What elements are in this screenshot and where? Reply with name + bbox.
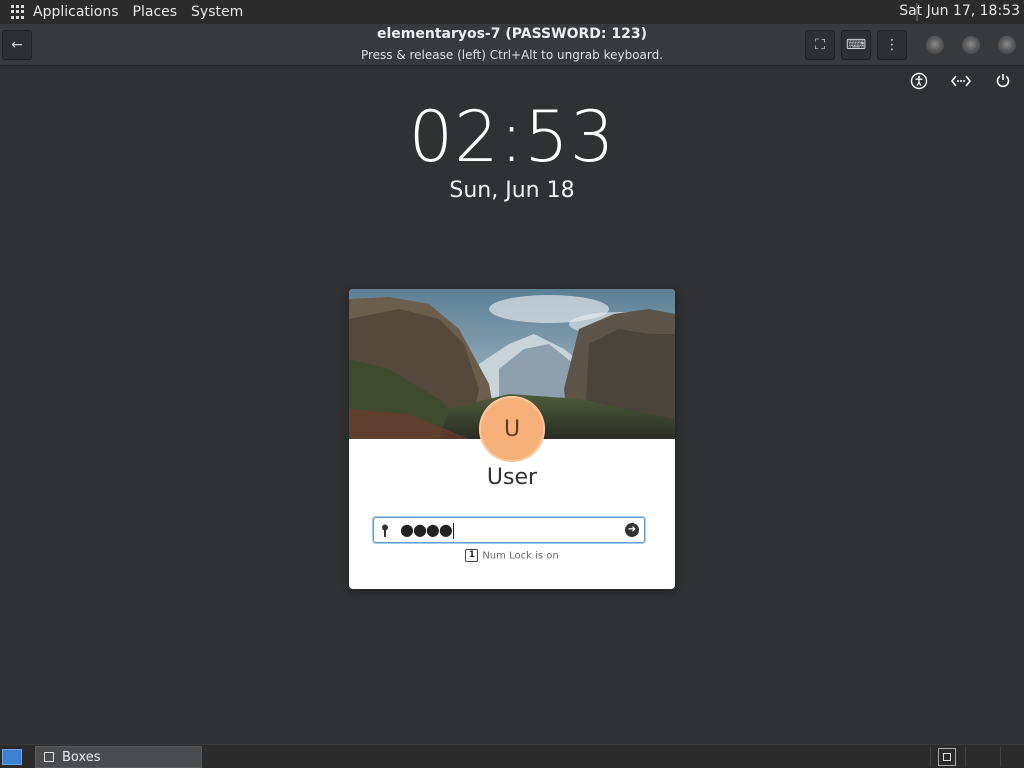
menu-applications[interactable]: Applications: [33, 4, 119, 20]
user-avatar: U: [479, 396, 545, 462]
workspace-switcher-icon[interactable]: [938, 748, 956, 766]
lock-screen: 02:53 Sun, Jun 18 U User ●●●● ➜ 1 Num Lo…: [0, 66, 1024, 744]
apps-grid-icon[interactable]: [11, 5, 25, 19]
tray-separator: [1000, 747, 1001, 767]
password-input[interactable]: ●●●●: [400, 520, 454, 539]
network-icon[interactable]: [950, 72, 972, 92]
text-caret: [452, 522, 454, 539]
login-card: U User ●●●● ➜ 1 Num Lock is on: [349, 289, 675, 589]
menu-button[interactable]: ⋮: [877, 30, 907, 60]
menu-places[interactable]: Places: [133, 4, 178, 20]
lock-clock: 02:53: [408, 96, 616, 178]
key-icon: [382, 524, 388, 537]
bottom-panel: Boxes: [0, 744, 1024, 768]
menu-icon: ⋮: [885, 37, 899, 53]
numlock-indicator: 1 Num Lock is on: [349, 549, 675, 562]
numlock-text: Num Lock is on: [482, 550, 559, 562]
minimize-button[interactable]: [926, 36, 944, 54]
lock-date: Sun, Jun 18: [449, 178, 575, 203]
keyboard-icon: ⌨: [845, 37, 867, 53]
taskbar-item-label: Boxes: [62, 749, 101, 765]
password-field[interactable]: ●●●● ➜: [373, 517, 645, 543]
tray-separator: [930, 747, 931, 767]
fullscreen-button[interactable]: ⛶: [805, 30, 835, 60]
taskbar-item-boxes[interactable]: Boxes: [35, 746, 202, 768]
menu-system[interactable]: System: [191, 4, 243, 20]
power-icon[interactable]: [993, 72, 1013, 92]
password-mask: ●●●●: [400, 520, 453, 539]
tray-separator: [965, 747, 966, 767]
close-button[interactable]: [998, 36, 1016, 54]
maximize-button[interactable]: [962, 36, 980, 54]
top-panel: Applications Places System Sat Jun 17, 1…: [0, 0, 1024, 24]
keyboard-button[interactable]: ⌨: [841, 30, 871, 60]
boxes-app-icon: [44, 752, 54, 762]
submit-arrow-icon[interactable]: ➜: [625, 523, 639, 537]
boxes-headerbar: ← elementaryos-7 (PASSWORD: 123) Press &…: [0, 24, 1024, 66]
panel-clock[interactable]: Sat Jun 17, 18:53: [899, 3, 1020, 19]
username-label: User: [486, 465, 538, 490]
show-desktop-button[interactable]: [2, 749, 22, 765]
numlock-badge: 1: [465, 549, 479, 562]
fullscreen-icon: ⛶: [815, 37, 825, 53]
accessibility-icon[interactable]: [909, 72, 929, 92]
